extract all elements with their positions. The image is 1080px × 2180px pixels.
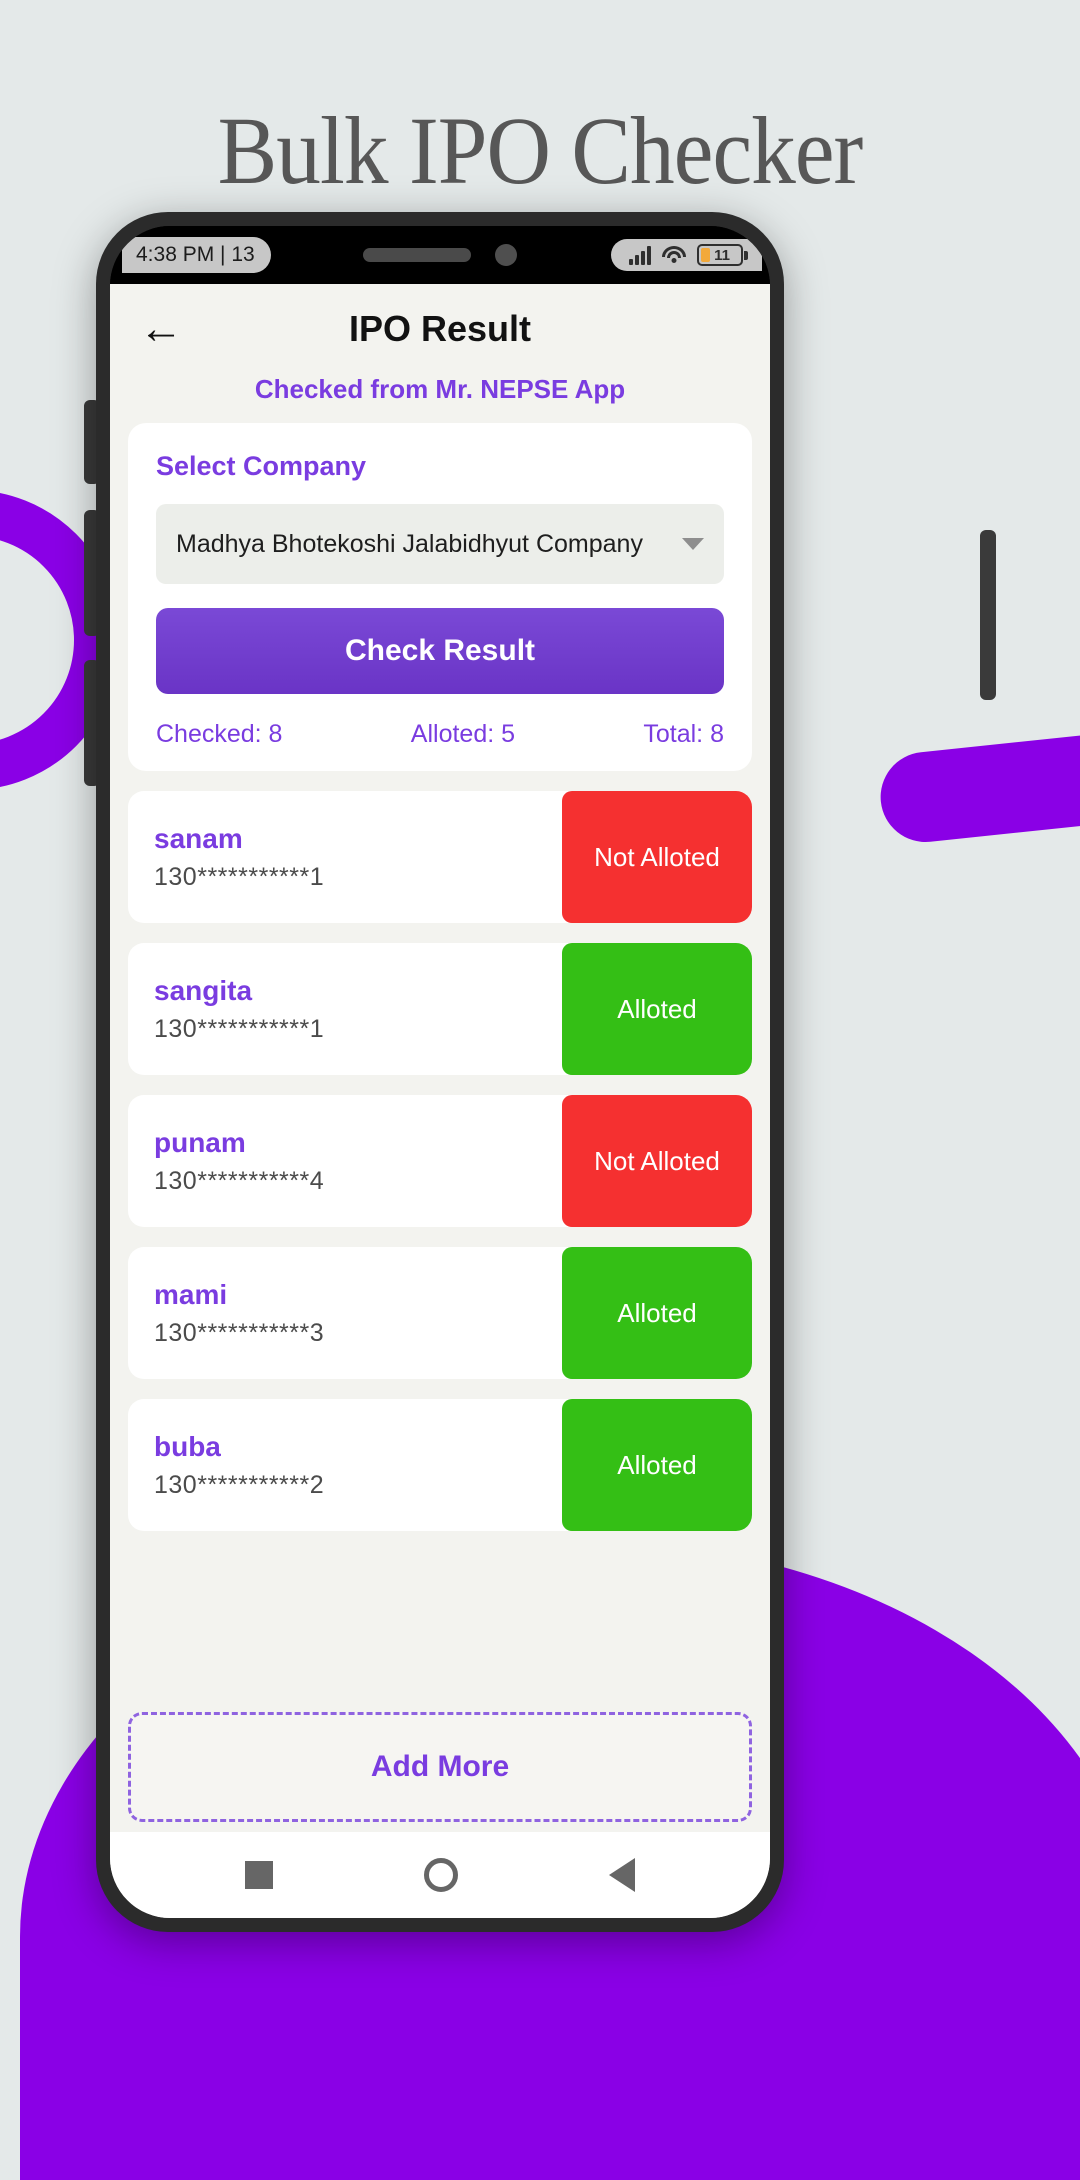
- status-badge: Alloted: [562, 1247, 752, 1379]
- triangle-back-icon[interactable]: [608, 1858, 635, 1892]
- status-badge: Not Alloted: [562, 1095, 752, 1227]
- stat-total: Total: 8: [643, 720, 724, 748]
- scroll-content[interactable]: Select Company Madhya Bhotekoshi Jalabid…: [110, 423, 770, 1832]
- result-name: sanam: [154, 822, 243, 854]
- result-name: buba: [154, 1430, 221, 1462]
- phone-screen: 4:38 PM | 13 11 ← IPO Result Checked fro…: [110, 226, 770, 1918]
- table-row[interactable]: punam 130***********4 Not Alloted: [128, 1095, 752, 1227]
- stat-alloted: Alloted: 5: [410, 720, 516, 748]
- result-info: sangita 130***********1: [128, 943, 562, 1075]
- result-account-number: 130***********3: [154, 1318, 325, 1347]
- table-row[interactable]: sangita 130***********1 Alloted: [128, 943, 752, 1075]
- add-more-button[interactable]: Add More: [128, 1712, 752, 1822]
- table-row[interactable]: mami 130***********3 Alloted: [128, 1247, 752, 1379]
- notch-area: [363, 244, 517, 266]
- phone-power-button: [980, 530, 996, 700]
- result-name: sangita: [154, 974, 253, 1006]
- select-company-card: Select Company Madhya Bhotekoshi Jalabid…: [128, 423, 752, 771]
- check-result-button[interactable]: Check Result: [156, 608, 724, 694]
- phone-frame: 4:38 PM | 13 11 ← IPO Result Checked fro…: [96, 212, 784, 1932]
- table-row[interactable]: buba 130***********2 Alloted: [128, 1399, 752, 1531]
- battery-icon: 11: [697, 244, 748, 266]
- results-list: sanam 130***********1 Not Alloted sangita 13…: [128, 791, 752, 1531]
- signal-bars-icon: [629, 245, 651, 265]
- result-account-number: 130***********4: [154, 1166, 325, 1195]
- result-account-number: 130***********2: [154, 1470, 325, 1499]
- circle-home-icon[interactable]: [423, 1858, 458, 1892]
- select-company-label: Select Company: [156, 451, 367, 481]
- back-arrow-icon[interactable]: ←: [138, 306, 184, 352]
- table-row[interactable]: sanam 130***********1 Not Alloted: [128, 791, 752, 923]
- result-info: sanam 130***********1: [128, 791, 562, 923]
- result-account-number: 130***********1: [154, 1014, 325, 1043]
- app-screen: ← IPO Result Checked from Mr. NEPSE App …: [110, 284, 770, 1918]
- page-title: Bulk IPO Checker: [217, 97, 864, 204]
- status-time: 4:38 PM | 13: [122, 237, 271, 273]
- chevron-down-icon: [682, 538, 704, 550]
- stat-checked: Checked: 8: [156, 720, 283, 748]
- status-badge: Not Alloted: [562, 791, 752, 923]
- front-camera-icon: [495, 244, 517, 266]
- result-name: punam: [154, 1126, 246, 1158]
- status-badge: Alloted: [562, 943, 752, 1075]
- battery-level-label: 11: [714, 246, 730, 264]
- status-badge: Alloted: [562, 1399, 752, 1531]
- wifi-icon: [662, 245, 686, 265]
- earpiece-speaker-icon: [363, 248, 471, 262]
- app-bar: ← IPO Result: [110, 284, 770, 362]
- status-icons: 11: [611, 239, 762, 271]
- android-nav-bar: [110, 1832, 770, 1918]
- square-recents-icon[interactable]: [245, 1861, 274, 1889]
- result-info: punam 130***********4: [128, 1095, 562, 1227]
- company-dropdown-value: Madhya Bhotekoshi Jalabidhyut Company: [176, 529, 643, 558]
- result-account-number: 130***********1: [154, 862, 325, 891]
- result-name: mami: [154, 1278, 228, 1310]
- result-info: buba 130***********2: [128, 1399, 562, 1531]
- company-dropdown[interactable]: Madhya Bhotekoshi Jalabidhyut Company: [156, 504, 724, 584]
- status-bar: 4:38 PM | 13 11: [110, 226, 770, 284]
- subtitle-label: Checked from Mr. NEPSE App: [254, 374, 626, 404]
- stats-row: Checked: 8 Alloted: 5 Total: 8: [156, 720, 724, 749]
- decorative-blob-right: [876, 723, 1080, 847]
- result-info: mami 130***********3: [128, 1247, 562, 1379]
- app-title: IPO Result: [348, 308, 532, 349]
